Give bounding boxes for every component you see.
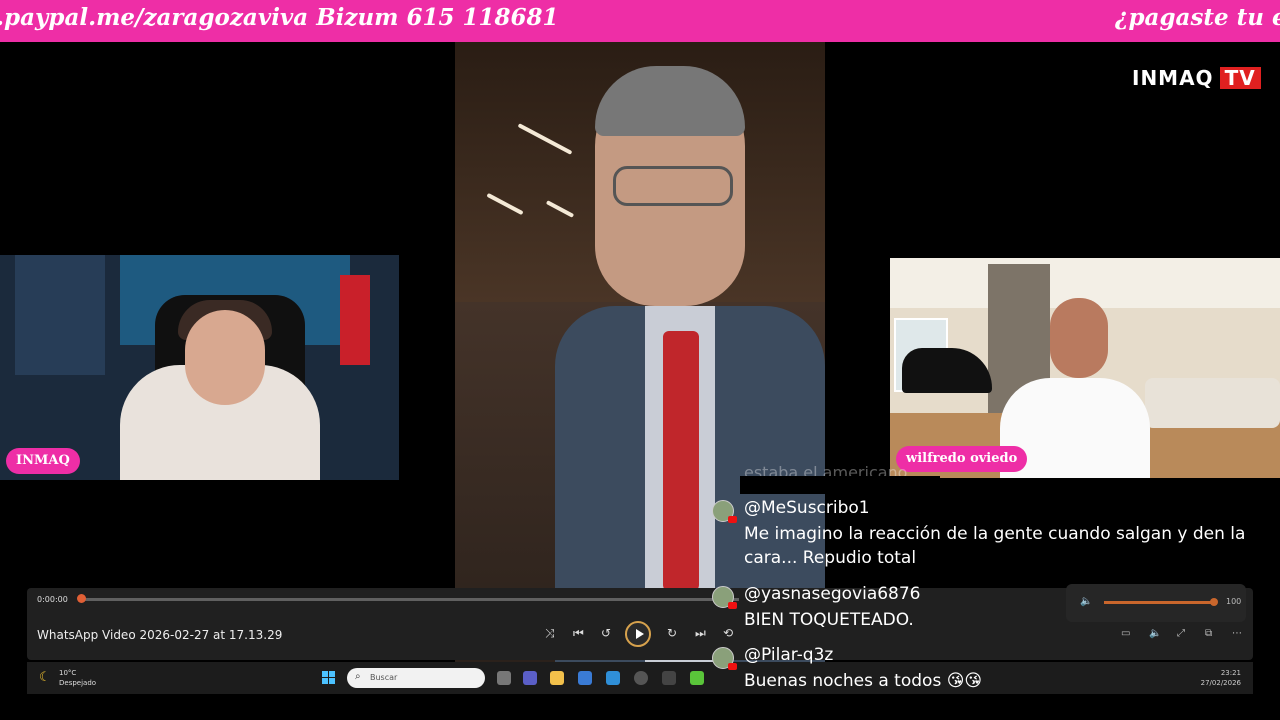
donation-ticker: .paypal.me/zaragozaviva Bizum 615 118681… [0, 0, 1280, 42]
moon-icon[interactable]: ☾ [39, 670, 51, 685]
user-avatar [712, 500, 737, 523]
weather-temp: 10°C [59, 669, 77, 677]
app-icon[interactable] [606, 671, 620, 685]
studio-panel [15, 255, 105, 375]
host-name-label: INMAQ [6, 448, 80, 474]
chat-fade-mask [740, 476, 940, 494]
next-icon[interactable]: ⏭ [695, 626, 706, 641]
chat-text: Me imagino la reacción de la gente cuand… [744, 524, 1246, 568]
seek-handle[interactable] [77, 594, 86, 603]
weather-desc: Despejado [59, 679, 97, 687]
seek-bar[interactable] [79, 598, 739, 601]
forward-icon[interactable]: ↻ [667, 626, 677, 640]
chrome-icon[interactable] [634, 671, 648, 685]
rewind-icon[interactable]: ↺ [601, 626, 611, 640]
glasses [613, 166, 733, 206]
piano [902, 348, 992, 393]
app-icon[interactable] [690, 671, 704, 685]
host-webcam [0, 255, 399, 480]
hair [595, 66, 745, 136]
user-avatar [712, 647, 737, 670]
chat-message: @MeSuscribo1 Me imagino la reacción de l… [712, 498, 1252, 578]
red-tie [663, 331, 699, 591]
host-face [185, 310, 265, 405]
search-placeholder: Buscar [370, 673, 398, 682]
chat-username: @Pilar-q3z [744, 645, 834, 665]
store-icon[interactable] [578, 671, 592, 685]
logo-tv: TV [1219, 67, 1261, 89]
chat-message: @Pilar-q3z Buenas noches a todos 😘😘 [712, 645, 1252, 697]
video-title: WhatsApp Video 2026-02-27 at 17.13.29 [37, 628, 283, 642]
guest-head [1050, 298, 1108, 378]
logo-name: INMAQ [1132, 66, 1214, 90]
chat-text: Buenas noches a todos 😘😘 [744, 671, 983, 691]
guest-name-label: wilfredo oviedo [896, 446, 1028, 472]
search-icon: ⌕ [355, 671, 361, 682]
shuffle-icon[interactable]: ⤨ [545, 626, 555, 641]
ticker-text-left: .paypal.me/zaragozaviva Bizum 615 118681 [0, 4, 559, 31]
flag [340, 275, 370, 365]
app-icon[interactable] [662, 671, 676, 685]
taskbar-search-box[interactable]: ⌕ Buscar [347, 668, 485, 688]
play-button[interactable] [625, 621, 651, 647]
chat-username: @yasnasegovia6876 [744, 584, 921, 604]
teams-icon[interactable] [523, 671, 537, 685]
inmaq-tv-logo: INMAQ TV [1132, 66, 1261, 90]
chat-message: @yasnasegovia6876 BIEN TOQUETEADO. [712, 584, 1252, 636]
windows-start-icon[interactable] [322, 671, 336, 685]
ticker-text-right: ¿pagaste tu ent [1115, 4, 1280, 31]
weather-widget[interactable]: 10°C Despejado [59, 668, 96, 688]
player-time: 0:00:00 [37, 595, 68, 604]
chat-username: @MeSuscribo1 [744, 498, 870, 518]
user-avatar [712, 586, 737, 609]
guest-webcam [890, 258, 1280, 478]
file-explorer-icon[interactable] [550, 671, 564, 685]
task-view-icon[interactable] [497, 671, 511, 685]
previous-icon[interactable]: ⏮ [573, 626, 584, 641]
sofa [1145, 378, 1280, 428]
chat-text: BIEN TOQUETEADO. [744, 610, 914, 630]
